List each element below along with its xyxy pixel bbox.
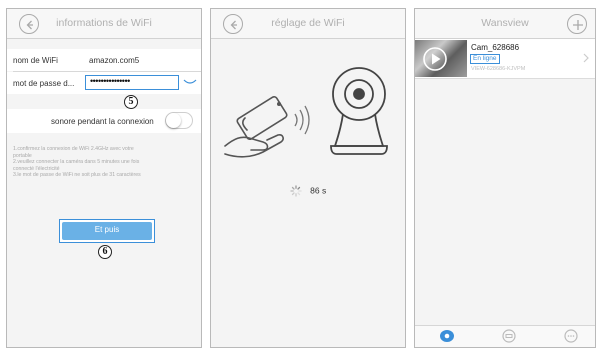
navbar: réglage de WiFi [211, 9, 405, 39]
password-row: mot de passe d... ••••••••••••••• [7, 72, 201, 94]
step-5-marker: 5 [124, 95, 138, 109]
cloud-tab-icon[interactable] [501, 329, 517, 343]
eye-icon[interactable] [183, 78, 197, 86]
play-icon[interactable] [415, 40, 467, 77]
plus-icon [573, 20, 583, 30]
sound-toggle[interactable] [165, 112, 193, 129]
sound-toggle-row: sonore pendant la connexion [7, 109, 201, 133]
camera-icon [330, 67, 388, 155]
wifi-setup-screen: réglage de WiFi 86 s [210, 8, 406, 348]
note-line: connecté l'électricité [13, 165, 60, 172]
phone-to-camera-illustration [224, 67, 388, 158]
wifi-info-screen: informations de WiFi nom de WiFi amazon.… [6, 8, 202, 348]
wifi-name-label: nom de WiFi [13, 56, 58, 65]
loading-spinner-icon [290, 185, 302, 197]
note-line: 3.le mot de passe de WiFi ne soit plus d… [13, 172, 141, 179]
instructions-text: 1.confirmez la connexion de WiFi 2.4GHz … [13, 146, 193, 179]
add-device-button[interactable] [567, 14, 587, 34]
next-button[interactable]: Et puis [62, 222, 152, 240]
hand-with-phone-icon [224, 95, 288, 158]
note-line: 1.confirmez la connexion de WiFi 2.4GHz … [13, 146, 134, 152]
wifi-name-field[interactable]: amazon.com5 [89, 56, 139, 65]
toggle-knob [166, 113, 181, 128]
camera-id: VIEW-628686-KJVPM [471, 66, 526, 72]
note-line: 2.veuillez connecter la caméra dans 5 mi… [13, 159, 140, 166]
camera-thumbnail[interactable] [415, 40, 467, 77]
countdown-text: 86 s [310, 185, 327, 196]
tab-bar [415, 325, 595, 347]
camera-name: Cam_628686 [471, 43, 520, 52]
sound-label: sonore pendant la connexion [51, 117, 154, 126]
next-button-highlight: Et puis [59, 219, 155, 243]
note-line: portable [13, 152, 32, 159]
page-title: informations de WiFi [56, 17, 152, 29]
wifi-name-row[interactable]: nom de WiFi amazon.com5 [7, 49, 201, 71]
password-label: mot de passe d... [13, 79, 75, 88]
password-field[interactable]: ••••••••••••••• [85, 75, 179, 90]
more-tab-icon[interactable] [563, 329, 579, 343]
navbar: informations de WiFi [7, 9, 201, 39]
chevron-right-icon [583, 53, 589, 63]
wave-signal-icon [294, 105, 310, 135]
navbar: Wansview [415, 9, 595, 39]
status-badge: En ligne [470, 54, 500, 64]
device-list-screen: Wansview Cam_628686 En ligne VIEW-628686… [414, 8, 596, 348]
camera-list-item[interactable]: Cam_628686 En ligne VIEW-628686-KJVPM [415, 39, 595, 79]
step-6-marker: 6 [98, 245, 112, 259]
countdown-row: 86 s [211, 185, 405, 197]
camera-tab-icon[interactable] [439, 329, 455, 343]
page-title: réglage de WiFi [271, 17, 345, 29]
